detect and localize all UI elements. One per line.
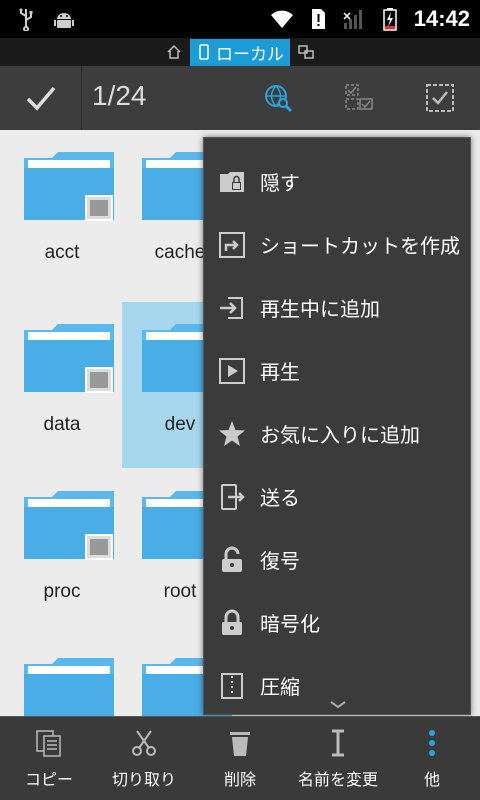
menu-item-label: 送る [260,486,300,510]
phone-icon [199,44,209,60]
android-debug-icon [54,13,74,28]
bottom-toolbar: コピー 切り取り 削除 名前を変更 他 [0,716,480,800]
signal-icon [343,10,362,29]
select-all-icon [426,84,454,112]
delete-label: 削除 [223,770,256,789]
rename-label: 名前を変更 [297,770,378,789]
more-label: 他 [423,770,440,789]
unlock-icon [222,546,242,572]
selection-count: 1/24 [92,80,147,111]
invert-selection-button[interactable] [339,78,379,118]
shortcut-icon [219,231,245,258]
folder-tile[interactable]: acct [4,130,120,296]
more-button[interactable]: 他 [412,717,452,800]
cut-label: 切り取り [111,770,176,789]
select-all-button[interactable] [420,78,460,118]
menu-item-add-favorite[interactable]: お気に入りに追加 [204,402,470,465]
menu-item-label: 圧縮 [260,675,300,699]
menu-item-add-to-playing[interactable]: 再生中に追加 [204,276,470,339]
location-local-tab[interactable]: ローカル [190,38,290,66]
copy-button[interactable]: コピー [18,717,80,800]
status-bar: 14:42 [0,0,480,38]
action-bar: 1/24 [0,66,480,130]
battery-charging-icon [382,8,397,31]
cut-button[interactable]: 切り取り [104,717,184,800]
usb-icon [19,8,33,31]
folder-tile[interactable]: data [4,302,120,468]
location-bar: ローカル [0,38,480,66]
folder-name: acct [44,242,80,263]
wifi-icon [270,10,293,28]
folder-icon [24,658,114,716]
menu-item-create-shortcut[interactable]: ショートカットを作成 [204,213,470,276]
network-icon[interactable] [298,44,314,60]
context-menu: 隠す ショートカットを作成 再生中に追加 再生 お気に入りに追加 送る 復号 暗… [203,137,471,715]
globe-search-icon [265,85,293,113]
send-icon [221,483,245,510]
menu-item-hide[interactable]: 隠す [204,150,470,213]
star-icon [219,420,245,446]
folder-icon [24,152,114,221]
chevron-down-icon[interactable] [328,700,348,710]
menu-item-label: 再生中に追加 [260,297,380,321]
checkmark-icon [26,86,55,111]
menu-item-label: 暗号化 [260,612,320,636]
no-sim-icon [311,9,325,29]
menu-item-label: 再生 [260,360,300,384]
location-label: ローカル [216,44,284,65]
menu-item-label: 復号 [260,549,300,573]
done-button[interactable] [0,66,82,130]
menu-item-label: ショートカットを作成 [260,234,460,258]
hide-folder-icon [220,171,244,192]
folder-tile[interactable] [4,636,120,716]
menu-item-play[interactable]: 再生 [204,339,470,402]
menu-item-label: お気に入りに追加 [260,423,420,447]
menu-item-send[interactable]: 送る [204,465,470,528]
copy-icon [36,730,61,757]
menu-item-label: 隠す [260,171,300,195]
screen: 14:42 ローカル 1/24 acct cache data dev proc… [0,0,480,800]
invert-select-icon [345,84,373,110]
scissors-icon [132,730,156,756]
folder-icon [24,324,114,393]
folder-icon [24,491,114,560]
menu-item-encrypt[interactable]: 暗号化 [204,591,470,654]
rename-button[interactable]: 名前を変更 [288,717,388,800]
folder-name: data [43,414,81,435]
folder-tile[interactable]: proc [4,469,120,635]
clock: 14:42 [413,6,470,31]
home-icon[interactable] [166,44,182,60]
lock-icon [222,609,242,635]
web-search-button[interactable] [258,78,298,118]
copy-label: コピー [24,770,73,789]
zip-icon [221,672,243,699]
delete-button[interactable]: 削除 [212,717,268,800]
folder-name: proc [43,581,81,602]
overflow-menu-icon [429,730,435,756]
play-icon [219,357,245,384]
add-to-playing-icon [220,296,243,319]
text-cursor-icon [332,729,344,757]
trash-icon [230,732,250,756]
menu-item-decrypt[interactable]: 復号 [204,528,470,591]
